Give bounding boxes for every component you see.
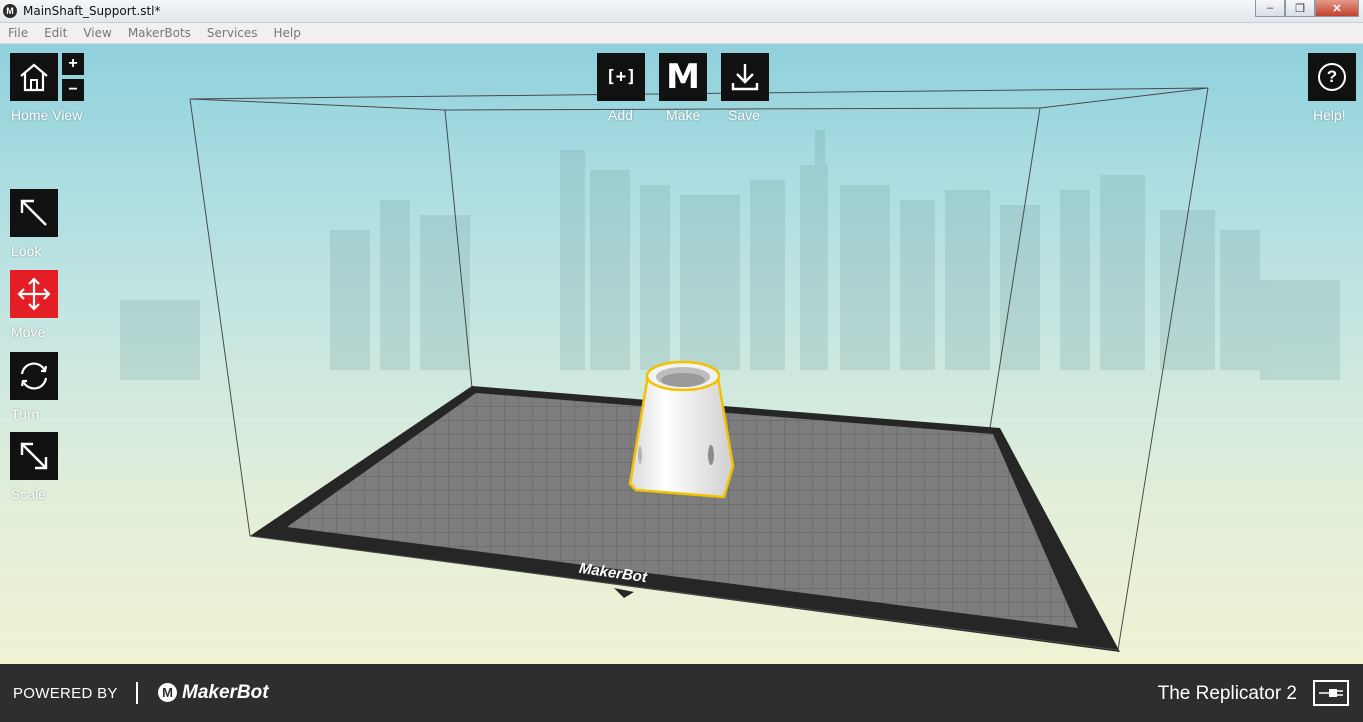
menu-bar: File Edit View MakerBots Services Help [0, 23, 1363, 44]
zoom-out-button[interactable]: − [62, 79, 84, 101]
download-icon [731, 64, 759, 91]
turn-tool-button[interactable] [10, 352, 58, 400]
add-icon: [+] [605, 67, 637, 87]
city-skyline [120, 130, 1340, 380]
makerbot-brand-text: MakerBot [182, 682, 269, 703]
window-controls: – ❐ ✕ [1255, 0, 1359, 17]
3d-model-mainshaft-support [628, 360, 735, 499]
home-icon [20, 63, 48, 92]
menu-edit[interactable]: Edit [36, 26, 75, 40]
footer-divider [136, 682, 138, 704]
title-bar: M MainShaft_Support.stl* – ❐ ✕ [0, 0, 1363, 23]
menu-help[interactable]: Help [266, 26, 309, 40]
add-button[interactable]: [+] [597, 53, 645, 101]
scale-label: Scale [11, 486, 47, 502]
diagonal-arrow-icon [20, 199, 47, 226]
plate-front-marker [614, 588, 634, 598]
close-button[interactable]: ✕ [1315, 0, 1359, 17]
menu-services[interactable]: Services [199, 26, 266, 40]
scale-tool-button[interactable] [10, 432, 58, 480]
move-tool-button[interactable] [10, 270, 58, 318]
makerbot-m-icon: M [666, 57, 700, 97]
menu-file[interactable]: File [0, 26, 36, 40]
menu-view[interactable]: View [75, 26, 119, 40]
move-label: Move [11, 324, 46, 340]
rotate-icon [20, 362, 48, 390]
3d-viewport[interactable]: MakerBot + − Home View [+] Add M Make Sa… [0, 44, 1363, 664]
make-button[interactable]: M [659, 53, 707, 101]
save-button[interactable] [721, 53, 769, 101]
makerbot-app-icon: M [3, 4, 17, 18]
home-view-label: Home View [11, 107, 83, 123]
minimize-button[interactable]: – [1255, 0, 1285, 17]
zoom-in-button[interactable]: + [62, 53, 84, 75]
help-label: Help! [1313, 107, 1346, 123]
build-scene: MakerBot [0, 87, 1363, 652]
makerbot-logo-icon: M [158, 683, 177, 702]
usb-connection-icon[interactable] [1313, 680, 1349, 706]
machine-name[interactable]: The Replicator 2 [1158, 683, 1297, 705]
powered-by-text: POWERED BY [13, 685, 118, 702]
make-label: Make [666, 107, 701, 123]
question-icon: ? [1318, 63, 1346, 91]
add-label: Add [608, 107, 633, 123]
scale-arrows-icon [20, 442, 48, 470]
look-tool-button[interactable] [10, 189, 58, 237]
menu-makerbots[interactable]: MakerBots [120, 26, 199, 40]
look-label: Look [11, 243, 42, 259]
status-footer: POWERED BY M MakerBot The Replicator 2 [0, 664, 1363, 722]
home-view-button[interactable] [10, 53, 58, 101]
help-button[interactable]: ? [1308, 53, 1356, 101]
help-glyph: ? [1326, 67, 1338, 86]
restore-button[interactable]: ❐ [1285, 0, 1315, 17]
move-arrows-icon [17, 277, 51, 311]
save-label: Save [728, 107, 760, 123]
turn-label: Turn [11, 406, 40, 422]
window-title: MainShaft_Support.stl* [23, 4, 161, 18]
